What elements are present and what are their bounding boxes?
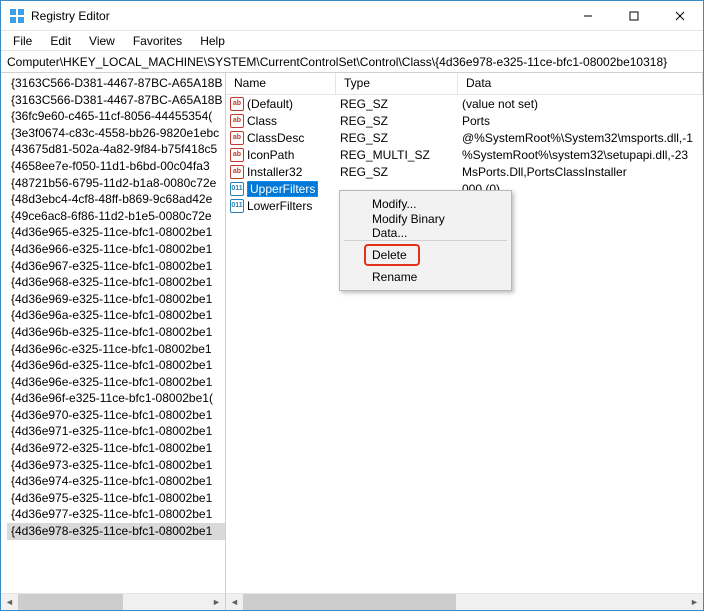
- list-row[interactable]: ab(Default) REG_SZ(value not set): [226, 95, 703, 112]
- tree-item[interactable]: {4d36e96c-e325-11ce-bfc1-08002be1: [7, 341, 225, 358]
- value-type: REG_SZ: [336, 165, 458, 179]
- close-button[interactable]: [657, 1, 703, 30]
- scroll-left-icon[interactable]: ◄: [1, 594, 18, 611]
- value-data: MsPorts.Dll,PortsClassInstaller: [458, 165, 703, 179]
- maximize-button[interactable]: [611, 1, 657, 30]
- tree-item[interactable]: {4d36e975-e325-11ce-bfc1-08002be1: [7, 490, 225, 507]
- tree-item[interactable]: {3163C566-D381-4467-87BC-A65A18B: [7, 92, 225, 109]
- minimize-button[interactable]: [565, 1, 611, 30]
- list-header: Name Type Data: [226, 73, 703, 95]
- value-name: (Default): [247, 97, 293, 111]
- scroll-track[interactable]: [243, 594, 686, 610]
- app-icon: [9, 8, 25, 24]
- value-name: Installer32: [247, 165, 302, 179]
- value-name: IconPath: [247, 148, 294, 162]
- tree-item[interactable]: {4d36e967-e325-11ce-bfc1-08002be1: [7, 258, 225, 275]
- content-area: {3163C566-D381-4467-87BC-A65A18B{3163C56…: [1, 73, 703, 610]
- tree-item[interactable]: {3163C566-D381-4467-87BC-A65A18B: [7, 75, 225, 92]
- value-name: ClassDesc: [247, 131, 304, 145]
- context-menu: Modify... Modify Binary Data... Delete R…: [339, 190, 512, 291]
- string-value-icon: ab: [230, 165, 244, 179]
- tree-item[interactable]: {4d36e977-e325-11ce-bfc1-08002be1: [7, 506, 225, 523]
- tree-item[interactable]: {4d36e974-e325-11ce-bfc1-08002be1: [7, 473, 225, 490]
- tree-item[interactable]: {4d36e965-e325-11ce-bfc1-08002be1: [7, 224, 225, 241]
- window-controls: [565, 1, 703, 30]
- value-type: REG_SZ: [336, 97, 458, 111]
- value-data: (value not set): [458, 97, 703, 111]
- registry-editor-window: Registry Editor File Edit View Favorites…: [0, 0, 704, 611]
- ctx-rename[interactable]: Rename: [342, 266, 509, 288]
- value-type: REG_SZ: [336, 114, 458, 128]
- menu-edit[interactable]: Edit: [42, 32, 79, 50]
- address-path: Computer\HKEY_LOCAL_MACHINE\SYSTEM\Curre…: [7, 55, 667, 69]
- scroll-right-icon[interactable]: ►: [686, 594, 703, 611]
- tree-list[interactable]: {3163C566-D381-4467-87BC-A65A18B{3163C56…: [1, 73, 225, 593]
- column-header-data[interactable]: Data: [458, 73, 703, 94]
- tree-item[interactable]: {48d3ebc4-4cf8-48ff-b869-9c68ad42e: [7, 191, 225, 208]
- menu-favorites[interactable]: Favorites: [125, 32, 190, 50]
- ctx-separator: [344, 240, 507, 241]
- tree-item[interactable]: {4d36e973-e325-11ce-bfc1-08002be1: [7, 457, 225, 474]
- list-pane: Name Type Data ab(Default)REG_SZ(value n…: [226, 73, 703, 610]
- titlebar-title: Registry Editor: [31, 9, 565, 23]
- tree-hscrollbar[interactable]: ◄ ►: [1, 593, 225, 610]
- tree-item[interactable]: {48721b56-6795-11d2-b1a8-0080c72e: [7, 175, 225, 192]
- value-data: Ports: [458, 114, 703, 128]
- tree-item[interactable]: {3e3f0674-c83c-4558-bb26-9820e1ebc: [7, 125, 225, 142]
- ctx-delete[interactable]: Delete: [342, 244, 509, 266]
- menu-help[interactable]: Help: [192, 32, 233, 50]
- tree-item[interactable]: {4d36e978-e325-11ce-bfc1-08002be1: [7, 523, 225, 540]
- list-row[interactable]: abIconPath REG_MULTI_SZ%SystemRoot%\syste…: [226, 146, 703, 163]
- value-name: UpperFilters: [247, 181, 318, 197]
- tree-item[interactable]: {49ce6ac8-6f86-11d2-b1e5-0080c72e: [7, 208, 225, 225]
- tree-item[interactable]: {36fc9e60-c465-11cf-8056-44455354(: [7, 108, 225, 125]
- tree-item[interactable]: {4d36e96d-e325-11ce-bfc1-08002be1: [7, 357, 225, 374]
- scroll-left-icon[interactable]: ◄: [226, 594, 243, 611]
- tree-item[interactable]: {4d36e971-e325-11ce-bfc1-08002be1: [7, 423, 225, 440]
- list-body[interactable]: ab(Default)REG_SZ(value not set)abClassR…: [226, 95, 703, 593]
- tree-item[interactable]: {43675d81-502a-4a82-9f84-b75f418c5: [7, 141, 225, 158]
- tree-item[interactable]: {4d36e972-e325-11ce-bfc1-08002be1: [7, 440, 225, 457]
- column-header-type[interactable]: Type: [336, 73, 458, 94]
- value-data: @%SystemRoot%\System32\msports.dll,-1: [458, 131, 703, 145]
- tree-item[interactable]: {4d36e970-e325-11ce-bfc1-08002be1: [7, 407, 225, 424]
- binary-value-icon: 011: [230, 182, 244, 196]
- value-type: REG_SZ: [336, 131, 458, 145]
- value-name: LowerFilters: [247, 199, 312, 213]
- string-value-icon: ab: [230, 114, 244, 128]
- titlebar: Registry Editor: [1, 1, 703, 31]
- binary-value-icon: 011: [230, 199, 244, 213]
- ctx-modify-binary[interactable]: Modify Binary Data...: [342, 215, 509, 237]
- value-name: Class: [247, 114, 277, 128]
- tree-item[interactable]: {4658ee7e-f050-11d1-b6bd-00c04fa3: [7, 158, 225, 175]
- list-row[interactable]: abClassDesc REG_SZ@%SystemRoot%\System32\…: [226, 129, 703, 146]
- list-row[interactable]: abClass REG_SZPorts: [226, 112, 703, 129]
- string-value-icon: ab: [230, 148, 244, 162]
- list-hscrollbar[interactable]: ◄ ►: [226, 593, 703, 610]
- scroll-thumb[interactable]: [18, 594, 123, 610]
- string-value-icon: ab: [230, 97, 244, 111]
- tree-item[interactable]: {4d36e96e-e325-11ce-bfc1-08002be1: [7, 374, 225, 391]
- menu-view[interactable]: View: [81, 32, 123, 50]
- scroll-track[interactable]: [18, 594, 208, 610]
- value-data: %SystemRoot%\system32\setupapi.dll,-23: [458, 148, 703, 162]
- tree-item[interactable]: {4d36e96f-e325-11ce-bfc1-08002be1(: [7, 390, 225, 407]
- tree-item[interactable]: {4d36e96a-e325-11ce-bfc1-08002be1: [7, 307, 225, 324]
- scroll-thumb[interactable]: [243, 594, 456, 610]
- list-row[interactable]: abInstaller32 REG_SZMsPorts.Dll,PortsClas…: [226, 163, 703, 180]
- address-bar[interactable]: Computer\HKEY_LOCAL_MACHINE\SYSTEM\Curre…: [1, 51, 703, 73]
- string-value-icon: ab: [230, 131, 244, 145]
- tree-item[interactable]: {4d36e968-e325-11ce-bfc1-08002be1: [7, 274, 225, 291]
- column-header-name[interactable]: Name: [226, 73, 336, 94]
- menubar: File Edit View Favorites Help: [1, 31, 703, 51]
- menu-file[interactable]: File: [5, 32, 40, 50]
- tree-item[interactable]: {4d36e96b-e325-11ce-bfc1-08002be1: [7, 324, 225, 341]
- value-type: REG_MULTI_SZ: [336, 148, 458, 162]
- tree-item[interactable]: {4d36e969-e325-11ce-bfc1-08002be1: [7, 291, 225, 308]
- tree-pane: {3163C566-D381-4467-87BC-A65A18B{3163C56…: [1, 73, 226, 610]
- tree-item[interactable]: {4d36e966-e325-11ce-bfc1-08002be1: [7, 241, 225, 258]
- scroll-right-icon[interactable]: ►: [208, 594, 225, 611]
